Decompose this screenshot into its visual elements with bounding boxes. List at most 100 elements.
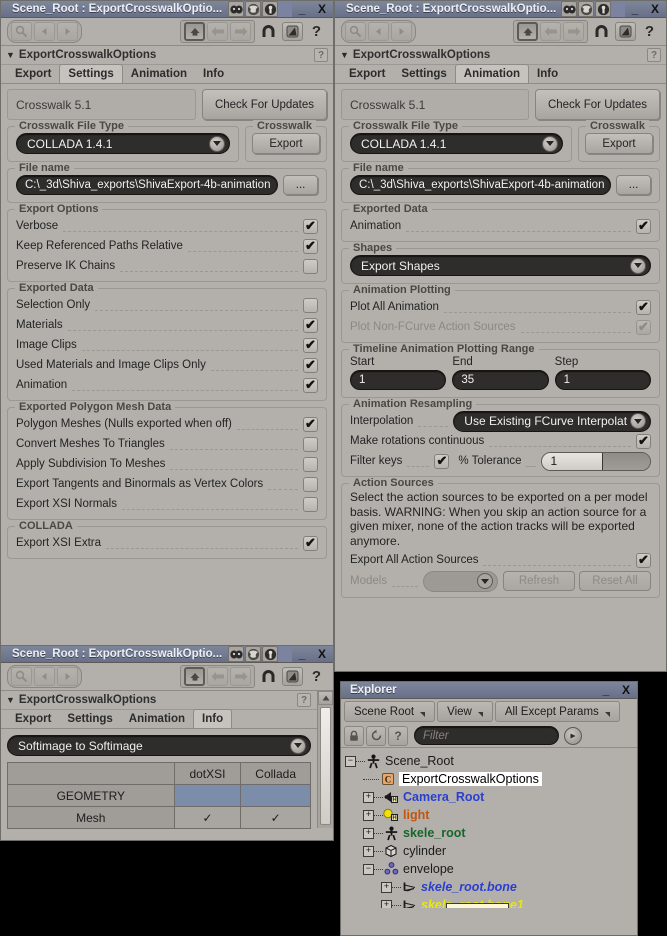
question-icon[interactable]: ? [306,22,327,41]
checkbox-polygon-meshes[interactable] [303,416,318,432]
next-arrow-icon[interactable] [230,22,251,41]
tree-node-export-crosswalk-options[interactable]: C ExportCrosswalkOptions [345,770,637,788]
checkbox-export-all-action-sources[interactable] [636,552,651,568]
close-button[interactable]: X [312,646,332,662]
scroll-thumb[interactable] [320,707,331,825]
range-end-input[interactable]: 35 [452,370,549,390]
scroll-up-icon[interactable] [318,691,333,705]
menu-view[interactable]: View [437,701,493,722]
glasses-icon[interactable] [228,1,244,17]
file-type-combo[interactable]: COLLADA 1.4.1 [16,133,230,154]
tree-node-skele-root[interactable]: + skele_root [345,824,637,842]
lock-icon[interactable] [344,725,364,746]
checkbox-row[interactable]: Export All Action Sources [350,550,651,570]
close-button[interactable]: X [645,1,665,17]
left-arrow-icon[interactable] [34,22,55,41]
tab-info[interactable]: Info [193,709,233,728]
key-icon[interactable] [595,1,611,17]
checkbox-animation[interactable] [636,218,651,234]
file-name-input[interactable]: C:\_3d\Shiva_exports\ShivaExport-4b-anim… [16,175,279,195]
checkbox-row[interactable]: Animation [16,375,318,395]
crosswalk-export-button[interactable]: Export [252,133,320,154]
collapse-caret-icon[interactable]: ▼ [6,50,15,60]
info-mode-combo[interactable]: Softimage to Softimage [7,735,311,756]
prev-arrow-icon[interactable] [207,667,228,686]
browse-button[interactable]: ... [283,175,318,195]
refresh-icon[interactable] [366,725,386,746]
range-step-input[interactable]: 1 [554,370,651,390]
magnifier-icon[interactable] [11,667,32,686]
pin-icon[interactable] [615,22,636,41]
minimize-button[interactable]: _ [292,646,312,662]
prev-arrow-icon[interactable] [207,22,228,41]
expander-icon[interactable]: − [345,755,356,767]
ppg-help-icon[interactable]: ? [297,693,311,707]
undo-icon[interactable] [591,22,612,41]
browse-button[interactable]: ... [616,175,651,195]
next-arrow-icon[interactable] [563,22,584,41]
titlebar-explorer[interactable]: Explorer _ X [341,682,637,699]
tab-settings[interactable]: Settings [59,64,123,83]
tab-info[interactable]: Info [529,65,566,83]
menu-all-except-params[interactable]: All Except Params [494,701,620,722]
filter-input[interactable]: Filter [414,726,559,745]
right-arrow-icon[interactable] [57,667,78,686]
tree-node-scene-root[interactable]: − Scene_Root [345,752,637,770]
question-icon[interactable]: ? [388,725,408,746]
checkbox-export-xsi-normals[interactable] [303,496,318,512]
shapes-combo[interactable]: Export Shapes [350,255,651,276]
interpolation-combo[interactable]: Use Existing FCurve Interpolat [453,410,651,432]
checkbox-row[interactable]: Preserve IK Chains [16,256,318,276]
checkbox-row[interactable]: Verbose [16,216,318,236]
checkbox-row[interactable]: Apply Subdivision To Meshes [16,454,318,474]
checkbox-row[interactable]: Keep Referenced Paths Relative [16,236,318,256]
filter-options-icon[interactable] [564,726,582,745]
ppg-help-icon[interactable]: ? [647,48,661,62]
crosswalk-export-button[interactable]: Export [585,133,653,154]
minimize-button[interactable]: _ [625,1,645,17]
tree-node-camera-root[interactable]: + H Camera_Root [345,788,637,806]
file-type-combo[interactable]: COLLADA 1.4.1 [350,133,563,154]
checkbox-row[interactable]: Make rotations continuous [350,431,651,451]
titlebar-animation[interactable]: Scene_Root : ExportCrosswalkOptio... _ X [335,1,666,18]
tree-node-envelope[interactable]: − envelope [345,860,637,878]
tree-node-light[interactable]: + H light [345,806,637,824]
checkbox-row[interactable]: Used Materials and Image Clips Only [16,355,318,375]
tolerance-slider[interactable]: 1 [541,451,651,471]
checkbox-materials[interactable] [303,317,318,333]
check-for-updates-button[interactable]: Check For Updates [202,89,327,120]
next-arrow-icon[interactable] [230,667,251,686]
tab-export[interactable]: Export [341,65,393,83]
checkbox-row[interactable]: Image Clips [16,335,318,355]
checkbox-filter-keys[interactable] [434,453,450,469]
checkbox-row[interactable]: Export XSI Normals [16,494,318,514]
range-start-input[interactable]: 1 [350,370,447,390]
magnifier-icon[interactable] [11,22,32,41]
checkbox-row[interactable]: Export XSI Extra [16,533,318,553]
checkbox-apply-subdivision-to-meshes[interactable] [303,456,318,472]
collapse-caret-icon[interactable]: ▼ [340,50,349,60]
prev-arrow-icon[interactable] [540,22,561,41]
up-arrow-icon[interactable] [184,22,205,41]
minimize-button[interactable]: _ [596,682,616,698]
check-for-updates-button[interactable]: Check For Updates [535,89,660,120]
checkbox-row[interactable]: Plot All Animation [350,297,651,317]
checkbox-row[interactable]: Polygon Meshes (Nulls exported when off) [16,414,318,434]
magnifier-icon[interactable] [345,22,366,41]
checkbox-row[interactable]: Convert Meshes To Triangles [16,434,318,454]
minimize-button[interactable]: _ [292,1,312,17]
checkbox-export-tangents-and-binormals[interactable] [303,476,318,492]
pin-icon[interactable] [282,667,303,686]
undo-icon[interactable] [258,22,279,41]
checkbox-row[interactable]: Materials [16,315,318,335]
expander-icon[interactable]: + [363,809,374,821]
tab-animation[interactable]: Animation [123,65,195,83]
up-arrow-icon[interactable] [517,22,538,41]
titlebar-settings[interactable]: Scene_Root : ExportCrosswalkOptio... _ X [1,1,333,18]
checkbox-verbose[interactable] [303,218,318,234]
checkbox-keep-referenced-paths-relative[interactable] [303,238,318,254]
tree-node-cylinder[interactable]: + cylinder [345,842,637,860]
expander-icon[interactable]: + [363,827,374,839]
question-icon[interactable]: ? [639,22,660,41]
glasses-icon[interactable] [561,1,577,17]
